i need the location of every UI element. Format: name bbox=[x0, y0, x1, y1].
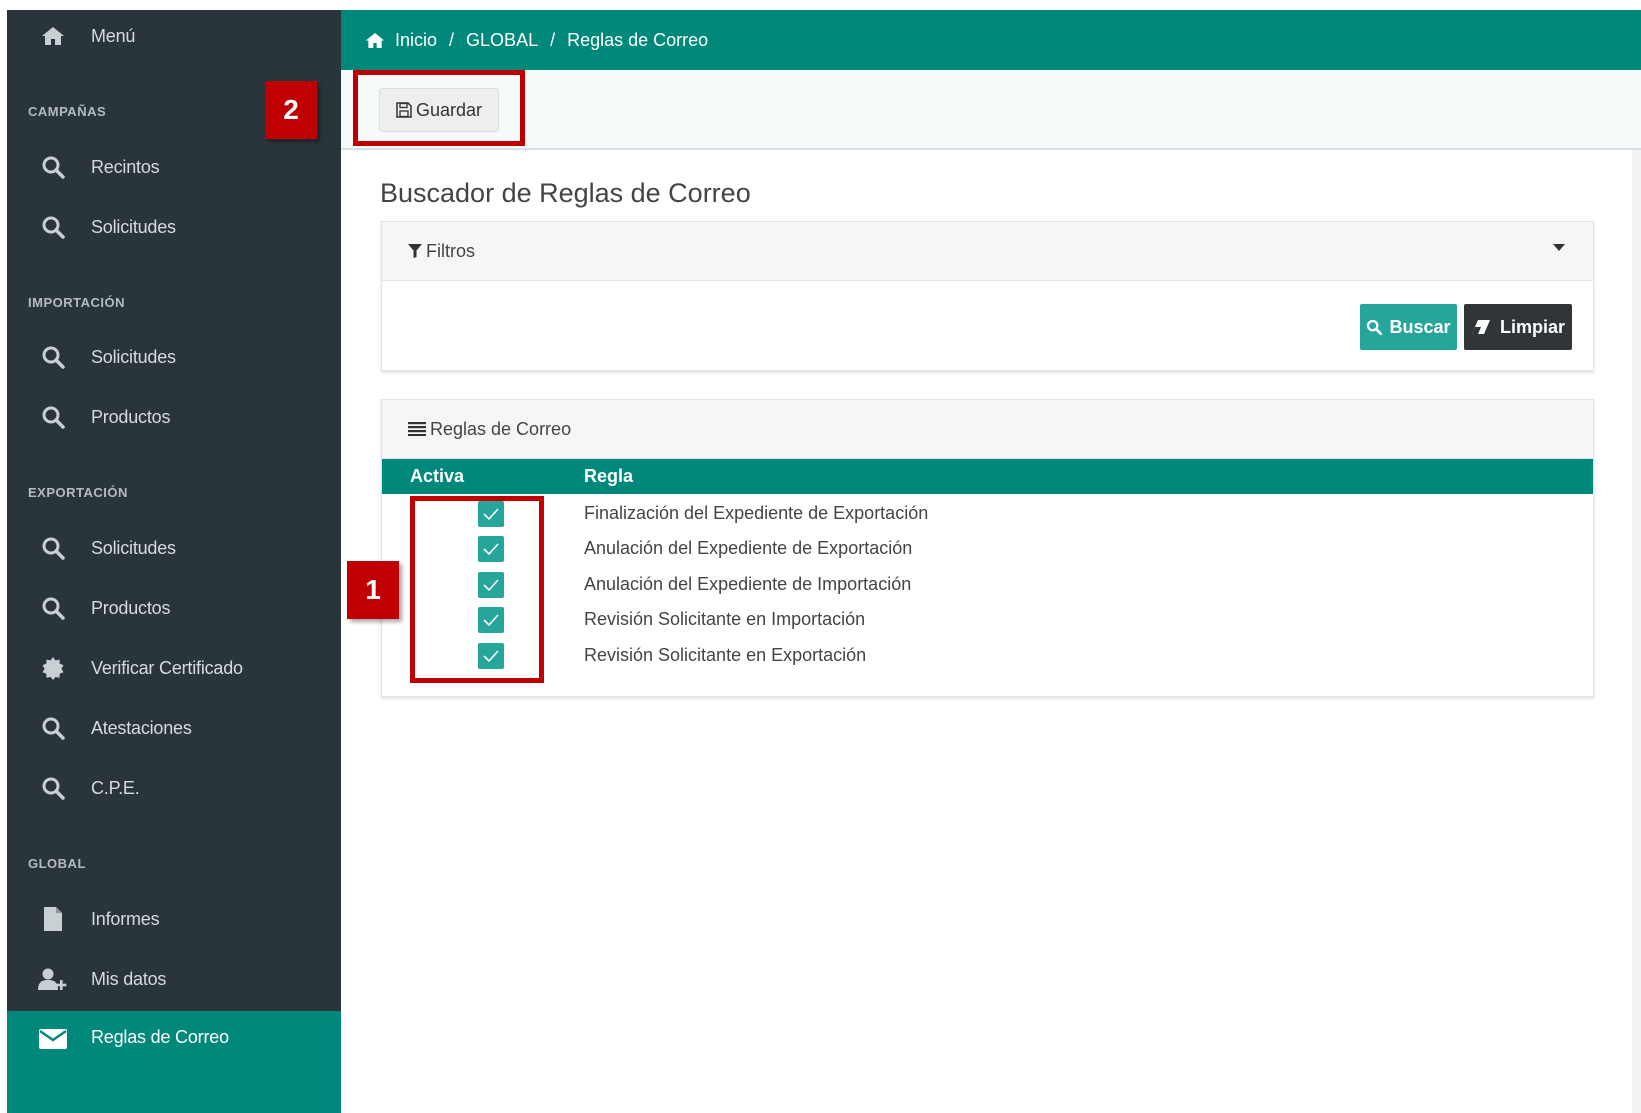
filters-header[interactable]: Filtros bbox=[382, 222, 1593, 281]
filter-icon bbox=[408, 244, 422, 258]
rules-title: Reglas de Correo bbox=[430, 418, 572, 439]
table-row: Revisión Solicitante en Exportación bbox=[382, 638, 1593, 673]
search-button[interactable]: Buscar bbox=[1360, 304, 1457, 350]
annotation-badge-2: 2 bbox=[265, 81, 317, 139]
home-icon bbox=[33, 26, 73, 46]
sidebar-section-exportacion: EXPORTACIÓN bbox=[28, 485, 128, 500]
sidebar-item-label: C.P.E. bbox=[91, 777, 140, 798]
sidebar-item-label: Productos bbox=[91, 406, 171, 427]
breadcrumb-separator: / bbox=[449, 29, 455, 50]
clear-button-label: Limpiar bbox=[1499, 316, 1565, 337]
table-row: Finalización del Expediente de Exportaci… bbox=[382, 496, 1593, 531]
sidebar-item-informes[interactable]: Informes bbox=[7, 891, 341, 947]
column-header-regla[interactable]: Regla bbox=[584, 466, 633, 487]
breadcrumb-section[interactable]: GLOBAL bbox=[466, 30, 538, 51]
sidebar-item-importacion-solicitudes[interactable]: Solicitudes bbox=[7, 329, 341, 385]
sidebar-item-label: Mis datos bbox=[91, 968, 167, 989]
sidebar-item-cpe[interactable]: C.P.E. bbox=[7, 760, 341, 816]
column-header-activa[interactable]: Activa bbox=[410, 466, 464, 487]
search-icon bbox=[33, 215, 73, 239]
search-icon bbox=[33, 345, 73, 369]
rule-name: Revisión Solicitante en Importación bbox=[584, 609, 866, 629]
rule-name: Anulación del Expediente de Importación bbox=[584, 574, 912, 594]
table-header: Activa Regla bbox=[382, 459, 1593, 494]
sidebar-item-mis-datos[interactable]: Mis datos bbox=[7, 951, 341, 1007]
sidebar-item-label: Solicitudes bbox=[91, 346, 176, 367]
sidebar-item-verificar-certificado[interactable]: Verificar Certificado bbox=[7, 640, 341, 696]
sidebar-item-label: Productos bbox=[91, 597, 171, 618]
sidebar-section-importacion: IMPORTACIÓN bbox=[28, 295, 125, 310]
rules-panel: Reglas de Correo Activa Regla Finalizaci… bbox=[381, 399, 1594, 697]
search-icon bbox=[1366, 319, 1386, 335]
table-row: Anulación del Expediente de Importación bbox=[382, 567, 1593, 602]
eraser-icon bbox=[1471, 319, 1495, 335]
sidebar-item-importacion-productos[interactable]: Productos bbox=[7, 389, 341, 445]
sidebar-item-label: Informes bbox=[91, 908, 160, 929]
certificate-icon bbox=[33, 656, 73, 680]
sidebar-section-campanas: CAMPAÑAS bbox=[28, 104, 107, 119]
rule-name: Finalización del Expediente de Exportaci… bbox=[584, 503, 929, 523]
sidebar-item-exportacion-productos[interactable]: Productos bbox=[7, 580, 341, 636]
file-icon bbox=[33, 906, 73, 932]
breadcrumb-separator: / bbox=[550, 29, 556, 50]
toolbar: Guardar bbox=[341, 70, 1641, 150]
sidebar-item-recintos[interactable]: Recintos bbox=[7, 139, 341, 195]
page-scrollbar[interactable] bbox=[1632, 150, 1641, 1113]
breadcrumb-current: Reglas de Correo bbox=[567, 29, 709, 50]
envelope-icon bbox=[33, 1029, 73, 1049]
breadcrumb-home[interactable]: Inicio bbox=[395, 30, 437, 51]
caret-down-icon[interactable] bbox=[1553, 244, 1565, 251]
sidebar-item-label: Reglas de Correo bbox=[91, 1027, 229, 1047]
search-icon bbox=[33, 596, 73, 620]
user-plus-icon bbox=[33, 967, 73, 991]
sidebar: Menú CAMPAÑAS Recintos Solicitudes IMPOR… bbox=[7, 10, 341, 1113]
search-icon bbox=[33, 155, 73, 179]
sidebar-item-label: Solicitudes bbox=[91, 216, 176, 237]
sidebar-item-label: Recintos bbox=[91, 156, 160, 177]
sidebar-item-exportacion-solicitudes[interactable]: Solicitudes bbox=[7, 520, 341, 576]
table-row: Anulación del Expediente de Exportación bbox=[382, 531, 1593, 566]
sidebar-item-label: Solicitudes bbox=[91, 537, 176, 558]
annotation-box-2 bbox=[353, 70, 525, 146]
sidebar-section-global: GLOBAL bbox=[28, 856, 86, 871]
sidebar-item-label: Verificar Certificado bbox=[91, 657, 243, 678]
table-row: Revisión Solicitante en Importación bbox=[382, 602, 1593, 637]
filters-title: Filtros bbox=[426, 240, 475, 261]
sidebar-item-atestaciones[interactable]: Atestaciones bbox=[7, 700, 341, 756]
list-icon bbox=[408, 422, 426, 436]
annotation-box-1 bbox=[410, 496, 544, 683]
search-button-label: Buscar bbox=[1389, 316, 1451, 337]
sidebar-menu-toggle[interactable]: Menú bbox=[7, 10, 341, 62]
home-icon[interactable] bbox=[365, 32, 385, 49]
rules-header: Reglas de Correo bbox=[382, 400, 1593, 459]
rule-name: Revisión Solicitante en Exportación bbox=[584, 645, 867, 665]
sidebar-menu-label: Menú bbox=[91, 25, 136, 46]
rule-name: Anulación del Expediente de Exportación bbox=[584, 538, 913, 558]
search-icon bbox=[33, 536, 73, 560]
search-icon bbox=[33, 716, 73, 740]
sidebar-item-campanas-solicitudes[interactable]: Solicitudes bbox=[7, 199, 341, 255]
clear-button[interactable]: Limpiar bbox=[1464, 304, 1572, 350]
breadcrumb: Inicio / GLOBAL / Reglas de Correo bbox=[341, 10, 1641, 70]
search-icon bbox=[33, 405, 73, 429]
sidebar-item-label: Atestaciones bbox=[91, 717, 192, 738]
page-title: Buscador de Reglas de Correo bbox=[380, 178, 751, 208]
filters-panel: Filtros Buscar Limpiar bbox=[381, 221, 1594, 371]
search-icon bbox=[33, 776, 73, 800]
sidebar-item-reglas-de-correo[interactable]: Reglas de Correo bbox=[7, 1011, 341, 1113]
annotation-badge-1: 1 bbox=[347, 561, 399, 619]
